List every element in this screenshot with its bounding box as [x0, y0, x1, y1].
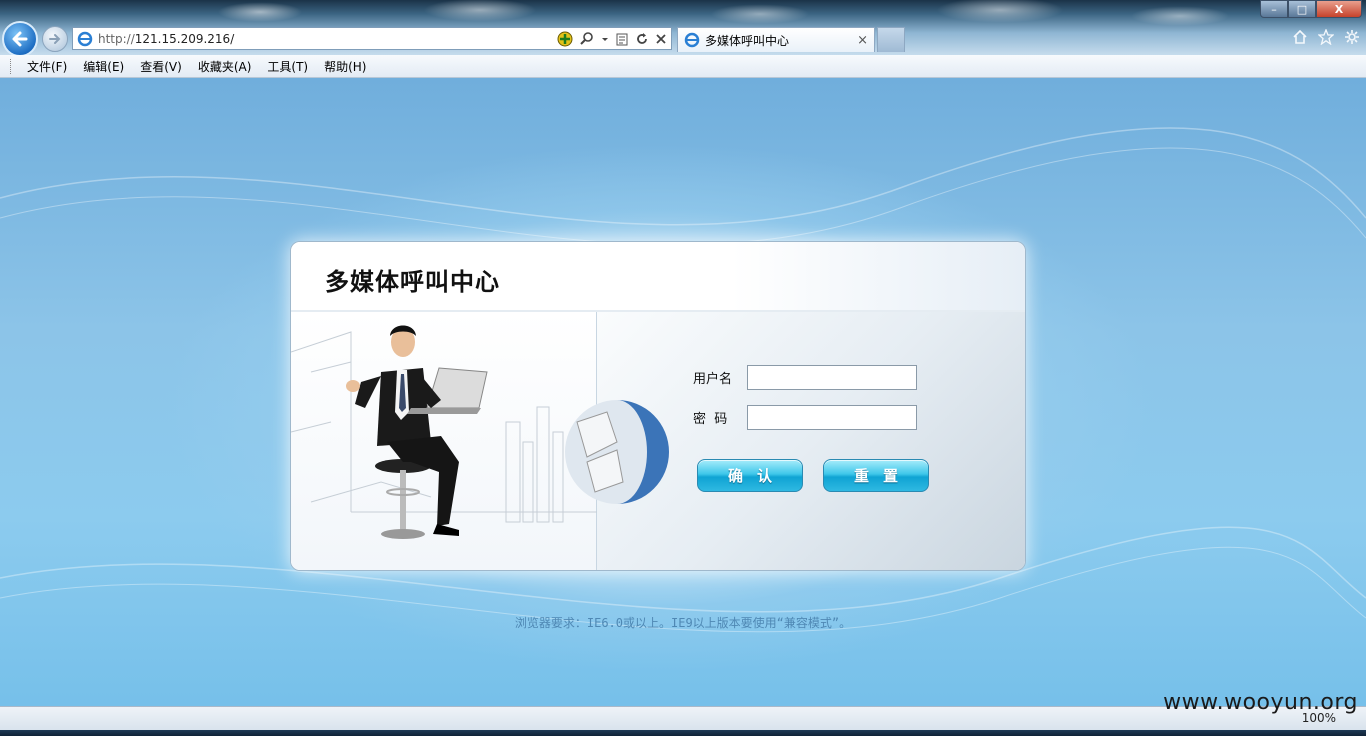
compat-view-icon[interactable]	[557, 31, 573, 47]
address-url[interactable]: http://121.15.209.216/	[98, 32, 234, 46]
address-tools	[557, 31, 671, 47]
address-host: 121.15.209.216/	[134, 31, 235, 46]
menu-grip	[10, 58, 13, 74]
tab-title: 多媒体呼叫中心	[705, 33, 790, 48]
window-controls: – □ X	[1260, 0, 1362, 18]
minimize-button[interactable]: –	[1260, 0, 1288, 18]
menu-help[interactable]: 帮助(H)	[316, 58, 374, 75]
globe-decoration	[565, 400, 669, 504]
login-header: 多媒体呼叫中心	[291, 242, 1025, 312]
chevron-down-icon[interactable]	[601, 31, 609, 47]
menu-view[interactable]: 查看(V)	[132, 58, 190, 75]
compatibility-icon[interactable]	[615, 31, 629, 47]
password-label: 密 码	[693, 412, 728, 427]
watermark-text: www.wooyun.org	[1163, 690, 1358, 715]
taskbar	[0, 730, 1366, 736]
maximize-button[interactable]: □	[1288, 0, 1316, 18]
page-content: 多媒体呼叫中心 用户名 密 码 确认 重置 浏览器要求：IE6.0或以上。IE9…	[0, 78, 1366, 706]
login-form-area: 用户名 密 码 确认 重置	[565, 312, 1025, 570]
toolbar-right-icons	[1292, 29, 1360, 45]
username-input[interactable]	[747, 365, 917, 390]
reset-button[interactable]: 重置	[823, 459, 929, 492]
login-title: 多媒体呼叫中心	[325, 268, 500, 296]
menu-file[interactable]: 文件(F)	[19, 58, 75, 75]
password-input[interactable]	[747, 405, 917, 430]
browser-requirement-note: 浏览器要求：IE6.0或以上。IE9以上版本要使用“兼容模式”。	[514, 616, 852, 630]
menu-bar: 文件(F) 编辑(E) 查看(V) 收藏夹(A) 工具(T) 帮助(H)	[0, 55, 1366, 78]
browser-title-bar: http://121.15.209.216/ 多媒体呼叫中心 × – □ X	[0, 0, 1366, 55]
forward-button[interactable]	[42, 26, 68, 52]
address-protocol: http://	[98, 31, 135, 46]
menu-favorites[interactable]: 收藏夹(A)	[190, 58, 260, 75]
home-icon[interactable]	[1292, 29, 1308, 45]
refresh-icon[interactable]	[635, 31, 649, 47]
password-row: 密 码	[693, 405, 917, 430]
forward-arrow-icon	[49, 34, 61, 44]
tab-close-icon[interactable]: ×	[857, 33, 868, 48]
confirm-button[interactable]: 确认	[697, 459, 803, 492]
back-arrow-icon	[12, 31, 28, 47]
favorites-star-icon[interactable]	[1318, 29, 1334, 45]
address-bar[interactable]: http://121.15.209.216/	[72, 27, 672, 50]
ie-page-icon	[77, 31, 93, 46]
ie-tab-icon	[684, 32, 700, 48]
menu-edit[interactable]: 编辑(E)	[75, 58, 132, 75]
search-icon[interactable]	[579, 31, 595, 47]
login-panel: 多媒体呼叫中心 用户名 密 码 确认 重置	[290, 241, 1026, 571]
status-bar: 100%	[0, 706, 1366, 730]
stop-icon[interactable]	[655, 31, 667, 47]
back-button[interactable]	[2, 21, 38, 55]
gear-icon[interactable]	[1344, 29, 1360, 45]
new-tab-button[interactable]	[877, 27, 905, 52]
username-label: 用户名	[693, 372, 733, 387]
menu-tools[interactable]: 工具(T)	[259, 58, 316, 75]
browser-tab-active[interactable]: 多媒体呼叫中心 ×	[677, 27, 875, 52]
username-row: 用户名	[693, 365, 917, 390]
window-close-button[interactable]: X	[1316, 0, 1362, 18]
